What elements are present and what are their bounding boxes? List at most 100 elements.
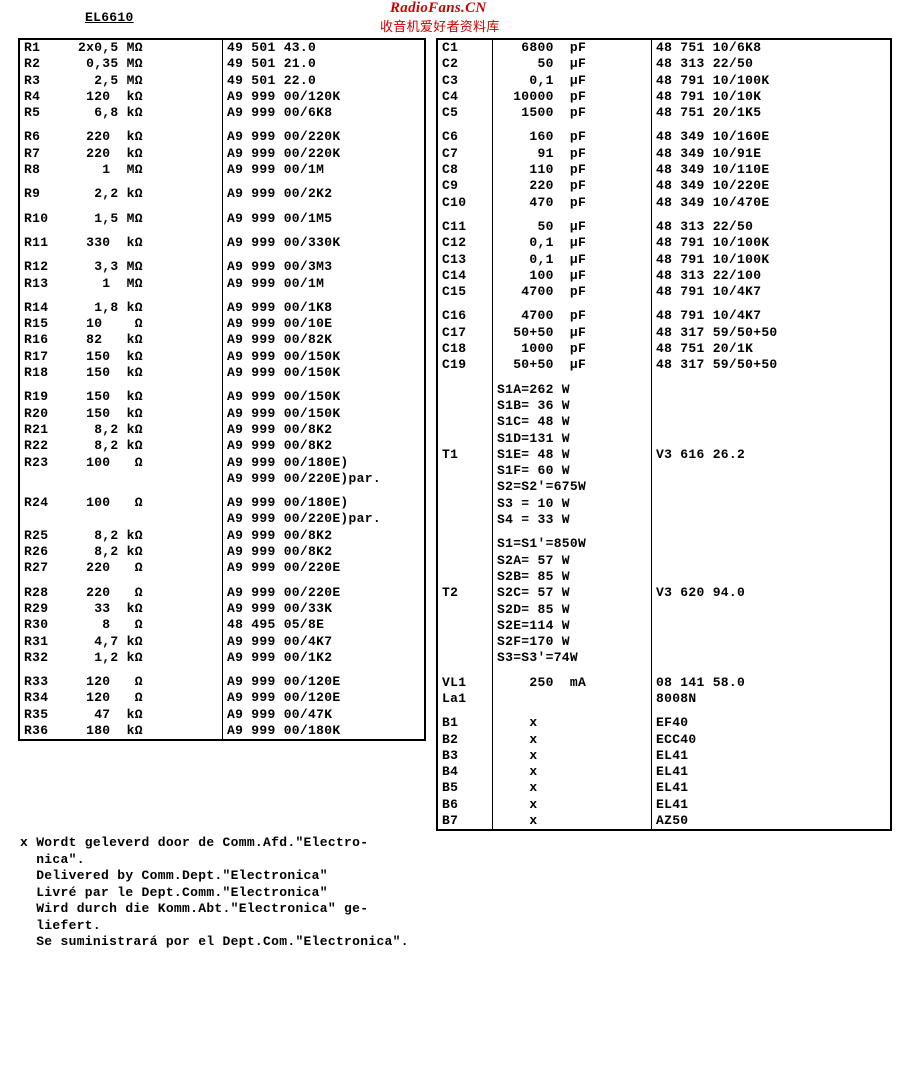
component-code: A9 999 00/1M (223, 162, 426, 178)
component-code: 49 501 21.0 (223, 56, 426, 72)
component-code: AZ50 (652, 813, 892, 830)
component-code: 49 501 22.0 (223, 73, 426, 89)
table-row: S2D= 85 W (437, 602, 891, 618)
component-ref: R35 (19, 707, 74, 723)
watermark-text: 收音机爱好者资料库 (380, 16, 500, 35)
component-code: A9 999 00/8K2 (223, 544, 426, 560)
component-ref: B5 (437, 780, 493, 796)
table-row: R33 120 ΩA9 999 00/120E (19, 674, 425, 690)
component-code: A9 999 00/1M5 (223, 211, 426, 227)
component-ref: R27 (19, 560, 74, 576)
component-ref (437, 463, 493, 479)
component-value: S1E= 48 W (493, 447, 652, 463)
component-ref: B1 (437, 715, 493, 731)
component-value: 100 Ω (74, 495, 223, 511)
component-value: S2D= 85 W (493, 602, 652, 618)
table-row: R29 33 kΩA9 999 00/33K (19, 601, 425, 617)
component-code (652, 479, 892, 495)
component-code: 48 791 10/4K7 (652, 284, 892, 300)
table-row: C4 10000 pF48 791 10/10K (437, 89, 891, 105)
component-ref: R18 (19, 365, 74, 381)
component-code (652, 463, 892, 479)
component-code: A9 999 00/82K (223, 332, 426, 348)
component-code (652, 382, 892, 398)
component-value: 100 Ω (74, 455, 223, 471)
component-value: 150 kΩ (74, 406, 223, 422)
footnote-text: x Wordt geleverd door de Comm.Afd."Elect… (0, 831, 920, 951)
component-ref: R34 (19, 690, 74, 706)
component-ref: R24 (19, 495, 74, 511)
table-row: R23 100 ΩA9 999 00/180E) (19, 455, 425, 471)
table-row: R15 10 ΩA9 999 00/10E (19, 316, 425, 332)
table-row: R2 0,35 MΩ49 501 21.0 (19, 56, 425, 72)
component-value: 120 Ω (74, 690, 223, 706)
table-row: C8 110 pF48 349 10/110E (437, 162, 891, 178)
table-row: R12x0,5 MΩ49 501 43.0 (19, 39, 425, 56)
component-code: A9 999 00/150K (223, 389, 426, 405)
component-code: A9 999 00/8K2 (223, 528, 426, 544)
component-value: 3,3 MΩ (74, 259, 223, 275)
component-code: A9 999 00/120E (223, 690, 426, 706)
component-ref: VL1 (437, 675, 493, 691)
component-ref: R30 (19, 617, 74, 633)
component-value: 0,1 µF (493, 252, 652, 268)
table-row: R8 1 MΩA9 999 00/1M (19, 162, 425, 178)
table-row: C10 470 pF48 349 10/470E (437, 195, 891, 211)
component-value: 33 kΩ (74, 601, 223, 617)
component-ref: R3 (19, 73, 74, 89)
component-ref: C12 (437, 235, 493, 251)
component-value: 0,1 µF (493, 73, 652, 89)
table-row: A9 999 00/220E)par. (19, 471, 425, 487)
table-row: R5 6,8 kΩA9 999 00/6K8 (19, 105, 425, 121)
component-value: 6,8 kΩ (74, 105, 223, 121)
component-code: 49 501 43.0 (223, 39, 426, 56)
table-row: R22 8,2 kΩA9 999 00/8K2 (19, 438, 425, 454)
component-value: 330 kΩ (74, 235, 223, 251)
table-row: R21 8,2 kΩA9 999 00/8K2 (19, 422, 425, 438)
component-ref (437, 569, 493, 585)
table-row: C17 50+50 µF48 317 59/50+50 (437, 325, 891, 341)
component-code: EL41 (652, 748, 892, 764)
component-ref: C5 (437, 105, 493, 121)
component-value: 8,2 kΩ (74, 422, 223, 438)
component-value: 150 kΩ (74, 389, 223, 405)
component-ref: C6 (437, 129, 493, 145)
component-value: x (493, 764, 652, 780)
table-row: S3=S3'=74W (437, 650, 891, 666)
table-row: C15 4700 pF48 791 10/4K7 (437, 284, 891, 300)
component-value: 50 µF (493, 56, 652, 72)
table-row: R16 82 kΩA9 999 00/82K (19, 332, 425, 348)
component-code (652, 398, 892, 414)
component-code: 48 751 10/6K8 (652, 39, 892, 56)
component-code: ECC40 (652, 732, 892, 748)
component-value: 1000 pF (493, 341, 652, 357)
table-row: C1 6800 pF48 751 10/6K8 (437, 39, 891, 56)
component-code: 48 791 10/10K (652, 89, 892, 105)
component-value: 180 kΩ (74, 723, 223, 740)
table-row: R17 150 kΩA9 999 00/150K (19, 349, 425, 365)
table-row: R35 47 kΩA9 999 00/47K (19, 707, 425, 723)
table-row: B4 xEL41 (437, 764, 891, 780)
component-value: 10000 pF (493, 89, 652, 105)
component-ref: R28 (19, 585, 74, 601)
component-ref: T1 (437, 447, 493, 463)
component-value: 1,5 MΩ (74, 211, 223, 227)
component-ref: R21 (19, 422, 74, 438)
component-value: 0,1 µF (493, 235, 652, 251)
component-value (493, 691, 652, 707)
component-value: S2=S2'=675W (493, 479, 652, 495)
component-value: 110 pF (493, 162, 652, 178)
component-value: S2A= 57 W (493, 553, 652, 569)
component-value: 82 kΩ (74, 332, 223, 348)
component-ref: R13 (19, 276, 74, 292)
component-ref: R33 (19, 674, 74, 690)
component-value: S1C= 48 W (493, 414, 652, 430)
component-code: 48 751 20/1K5 (652, 105, 892, 121)
table-row: S1=S1'=850W (437, 536, 891, 552)
component-code: A9 999 00/1M (223, 276, 426, 292)
table-row: S2A= 57 W (437, 553, 891, 569)
table-row: R10 1,5 MΩA9 999 00/1M5 (19, 211, 425, 227)
component-ref: R26 (19, 544, 74, 560)
table-row: R30 8 Ω48 495 05/8E (19, 617, 425, 633)
component-code: A9 999 00/2K2 (223, 186, 426, 202)
